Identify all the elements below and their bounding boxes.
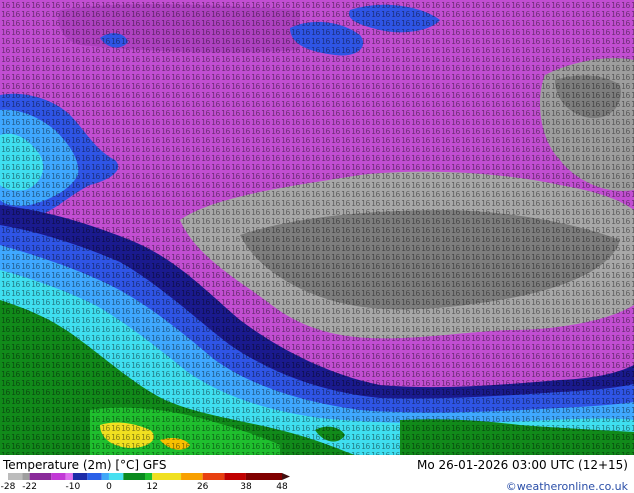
map-footer: Temperature (2m) [°C] GFS Mo 26-01-2026 … [0,455,634,493]
valid-time: Mo 26-01-2026 03:00 UTC (12+15) [416,458,628,472]
colorbar-segment [145,473,153,480]
colorbar-segment [101,473,109,480]
colorbar-tick-label: 38 [240,482,252,490]
colorbar-segment [87,473,102,480]
colorbar-segment [108,473,124,480]
colorbar-tick-label: -22 [22,482,37,490]
colorbar-tick-label: 26 [197,482,209,490]
temperature-labels-overlay [0,0,634,455]
temperature-map: 1 6 [0,0,634,455]
colorbar-arrow [282,473,290,480]
colorbar-segment [224,473,246,480]
colorbar-segment [202,473,225,480]
colorbar-segment [181,473,203,480]
colorbar-segment [51,473,66,480]
colorbar-segment [8,473,23,480]
map-title: Temperature (2m) [°C] GFS [3,458,167,472]
colorbar-segment [65,473,73,480]
credit-link[interactable]: ©weatheronline.co.uk [506,480,628,493]
colorbar-segment [72,473,88,480]
colorbar-segment [29,473,52,480]
colorbar-tick-label: 48 [276,482,288,490]
colorbar-tick-label: -10 [66,482,81,490]
colorbar-segment [152,473,182,480]
colorbar: -28 -22 -10 0 12 26 38 48 [1,473,290,490]
colorbar-tick-label: -28 [1,482,16,490]
colorbar-tick-label: 0 [106,482,112,490]
colorbar-segment [123,473,145,480]
colorbar-segment [245,473,282,480]
colorbar-tick-label: 12 [146,482,157,490]
colorbar-segment [22,473,30,480]
